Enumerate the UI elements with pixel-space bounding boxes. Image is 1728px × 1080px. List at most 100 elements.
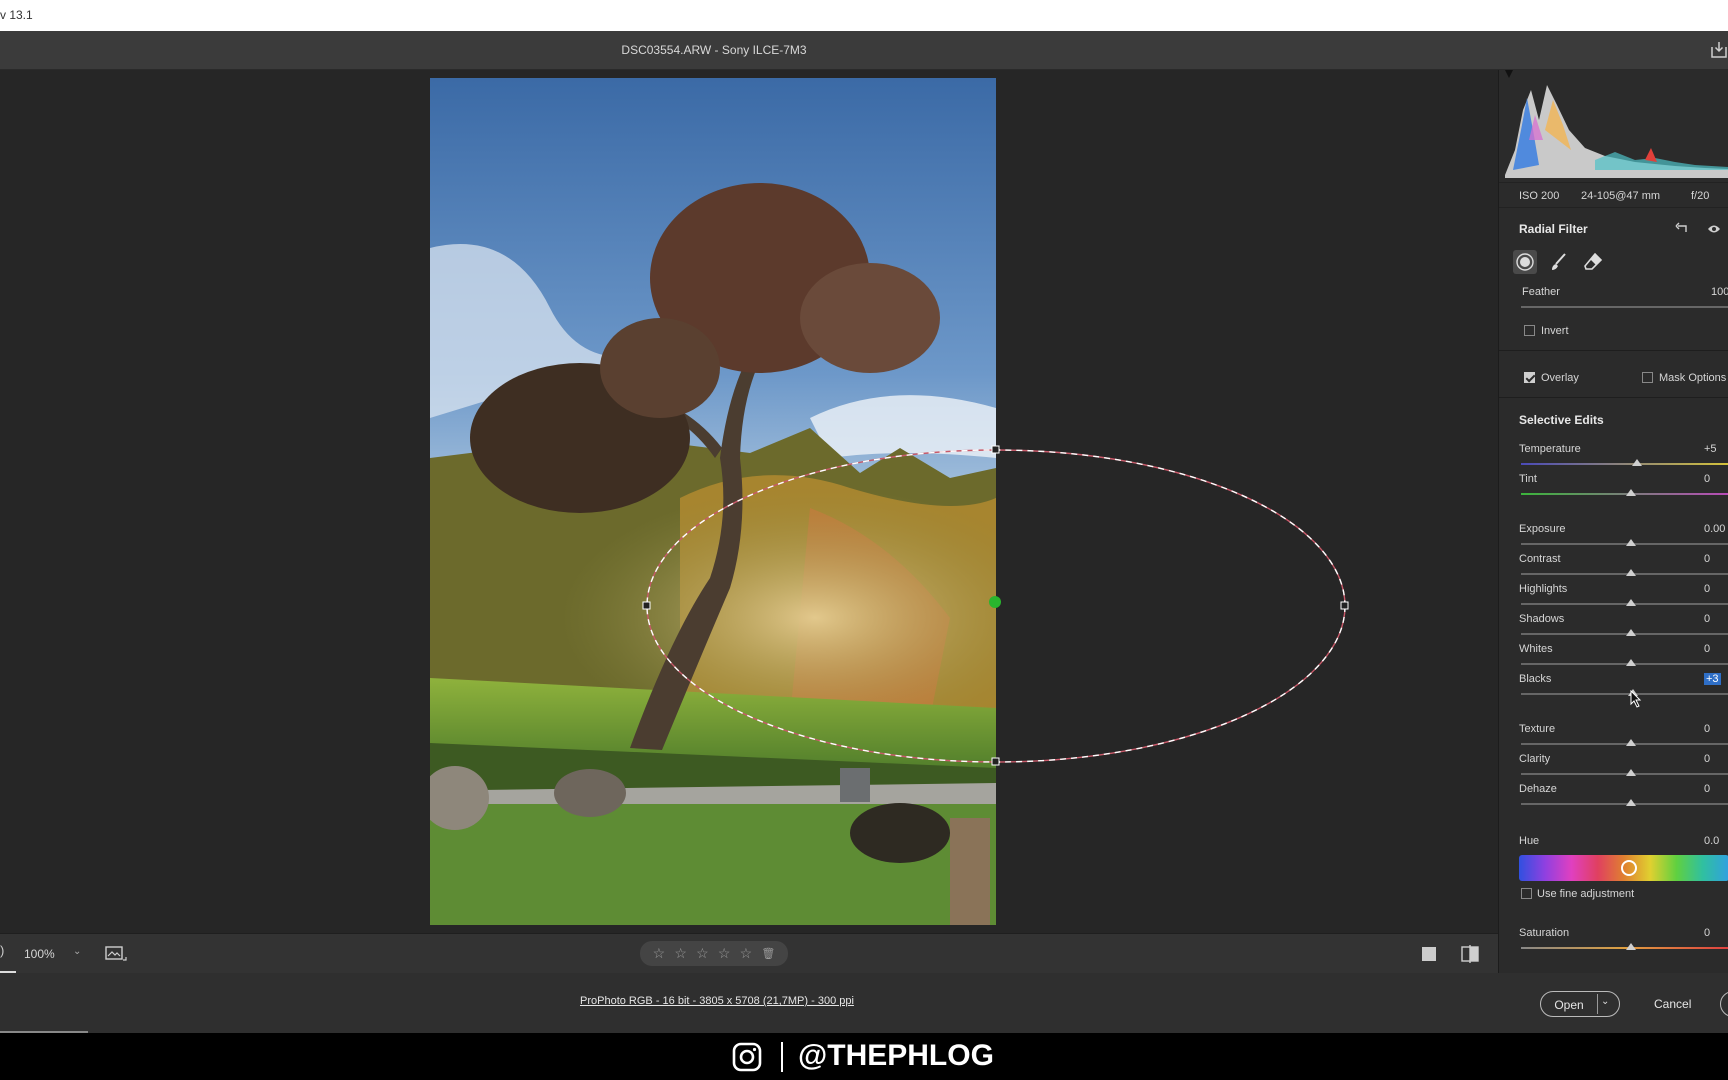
document-header: DSC03554.ARW - Sony ILCE-7M3 <box>0 31 1728 70</box>
chevron-down-icon[interactable]: ⌄ <box>1601 996 1609 1007</box>
cancel-button[interactable]: Cancel <box>1654 997 1691 1011</box>
feather-label: Feather <box>1522 286 1560 298</box>
star-rating: ☆ ☆ ☆ ☆ ☆ 🗑 <box>640 941 788 966</box>
texture-value[interactable]: 0 <box>1704 723 1710 735</box>
edit-panel: ISO 200 24-105@47 mm f/20 Radial Filter … <box>1498 70 1728 973</box>
tint-label: Tint <box>1519 473 1537 485</box>
shadows-slider[interactable] <box>1521 633 1728 635</box>
tint-slider[interactable] <box>1521 493 1728 495</box>
clarity-label: Clarity <box>1519 753 1551 765</box>
zoom-level[interactable]: 100% <box>24 947 55 961</box>
fine-adjustment-checkbox[interactable] <box>1521 888 1532 899</box>
brand-handle: @THEPHLOG <box>798 1039 994 1072</box>
mouse-cursor-icon <box>1630 690 1642 708</box>
star-2-icon[interactable]: ☆ <box>674 945 687 962</box>
highlights-value[interactable]: 0 <box>1704 583 1710 595</box>
contrast-slider-thumb[interactable] <box>1626 569 1636 576</box>
whites-slider[interactable] <box>1521 663 1728 665</box>
brush-icon[interactable] <box>1547 250 1571 274</box>
camera-info-row: ISO 200 24-105@47 mm f/20 <box>1499 182 1728 208</box>
saturation-slider-thumb[interactable] <box>1626 943 1636 950</box>
selective-edits-title: Selective Edits <box>1519 413 1604 427</box>
feather-slider-track[interactable] <box>1521 306 1728 308</box>
exposure-slider[interactable] <box>1521 543 1728 545</box>
iso-value: ISO 200 <box>1519 190 1560 202</box>
filmstrip-icon[interactable] <box>105 946 127 962</box>
hue-label: Hue <box>1519 835 1540 847</box>
hue-picker-handle[interactable] <box>1621 860 1637 876</box>
whites-label: Whites <box>1519 643 1553 655</box>
trash-icon[interactable]: 🗑 <box>761 947 775 960</box>
dehaze-slider-thumb[interactable] <box>1626 799 1636 806</box>
fine-adjustment-label: Use fine adjustment <box>1537 888 1635 900</box>
tint-slider-thumb[interactable] <box>1626 489 1636 496</box>
clarity-value[interactable]: 0 <box>1704 753 1710 765</box>
open-button[interactable]: Open ⌄ <box>1540 991 1620 1017</box>
tint-value[interactable]: 0 <box>1704 473 1710 485</box>
save-icon[interactable] <box>1710 41 1728 59</box>
workflow-options-link[interactable]: ProPhoto RGB - 16 bit - 3805 x 5708 (21,… <box>580 995 854 1007</box>
panel-divider <box>1499 397 1728 398</box>
texture-slider[interactable] <box>1521 743 1728 745</box>
star-1-icon[interactable]: ☆ <box>653 945 666 962</box>
exposure-slider-thumb[interactable] <box>1626 539 1636 546</box>
blacks-slider[interactable] <box>1521 693 1728 695</box>
star-5-icon[interactable]: ☆ <box>740 945 753 962</box>
open-button-label: Open <box>1554 998 1584 1012</box>
zoom-dropdown-icon[interactable]: ⌄ <box>73 946 81 957</box>
texture-slider-thumb[interactable] <box>1626 739 1636 746</box>
whites-value[interactable]: 0 <box>1704 643 1710 655</box>
shadows-value[interactable]: 0 <box>1704 613 1710 625</box>
done-button[interactable] <box>1720 991 1728 1017</box>
visibility-eye-icon[interactable] <box>1707 223 1721 235</box>
zoom-fit-glyph[interactable]: ) <box>0 943 4 958</box>
app-version: v 13.1 <box>0 8 33 22</box>
contrast-value[interactable]: 0 <box>1704 553 1710 565</box>
saturation-slider[interactable] <box>1521 947 1728 949</box>
invert-label: Invert <box>1541 325 1569 337</box>
whites-slider-thumb[interactable] <box>1626 659 1636 666</box>
dehaze-slider[interactable] <box>1521 803 1728 805</box>
dehaze-label: Dehaze <box>1519 783 1557 795</box>
invert-checkbox[interactable] <box>1524 325 1535 336</box>
single-view-icon[interactable] <box>1422 947 1436 961</box>
photo-preview[interactable] <box>430 78 996 925</box>
temperature-slider[interactable] <box>1521 463 1728 465</box>
star-4-icon[interactable]: ☆ <box>718 945 731 962</box>
clarity-slider[interactable] <box>1521 773 1728 775</box>
saturation-label: Saturation <box>1519 927 1570 939</box>
temperature-label: Temperature <box>1519 443 1581 455</box>
radial-handle-right <box>1340 601 1349 610</box>
before-after-icon[interactable] <box>1461 945 1479 963</box>
blacks-value[interactable]: +3 <box>1704 673 1721 685</box>
contrast-label: Contrast <box>1519 553 1561 565</box>
feather-value[interactable]: 100 <box>1711 286 1728 298</box>
panel-divider <box>1499 350 1728 351</box>
exposure-label: Exposure <box>1519 523 1566 535</box>
open-button-divider <box>1597 994 1598 1014</box>
window-title-bar: v 13.1 <box>0 0 1728 31</box>
contrast-slider[interactable] <box>1521 573 1728 575</box>
histogram <box>1505 70 1728 178</box>
radial-tool-icon[interactable] <box>1513 250 1537 274</box>
eraser-icon[interactable] <box>1581 250 1605 274</box>
star-3-icon[interactable]: ☆ <box>696 945 709 962</box>
clarity-slider-thumb[interactable] <box>1626 769 1636 776</box>
footer-bar: ProPhoto RGB - 16 bit - 3805 x 5708 (21,… <box>0 973 1728 1033</box>
file-title: DSC03554.ARW - Sony ILCE-7M3 <box>621 43 807 57</box>
highlights-slider-thumb[interactable] <box>1626 599 1636 606</box>
mask-options-checkbox[interactable] <box>1642 372 1653 383</box>
panel-title: Radial Filter <box>1519 222 1588 236</box>
highlights-slider[interactable] <box>1521 603 1728 605</box>
reset-icon[interactable] <box>1675 222 1689 236</box>
hue-value[interactable]: 0.0 <box>1704 835 1719 847</box>
saturation-value[interactable]: 0 <box>1704 927 1710 939</box>
dehaze-value[interactable]: 0 <box>1704 783 1710 795</box>
shadows-slider-thumb[interactable] <box>1626 629 1636 636</box>
temperature-slider-thumb[interactable] <box>1632 459 1642 466</box>
mask-options-label: Mask Options <box>1659 372 1727 384</box>
image-canvas[interactable] <box>0 70 1498 933</box>
overlay-checkbox[interactable] <box>1524 372 1535 383</box>
temperature-value[interactable]: +5 <box>1704 443 1717 455</box>
exposure-value[interactable]: 0.00 <box>1704 523 1725 535</box>
